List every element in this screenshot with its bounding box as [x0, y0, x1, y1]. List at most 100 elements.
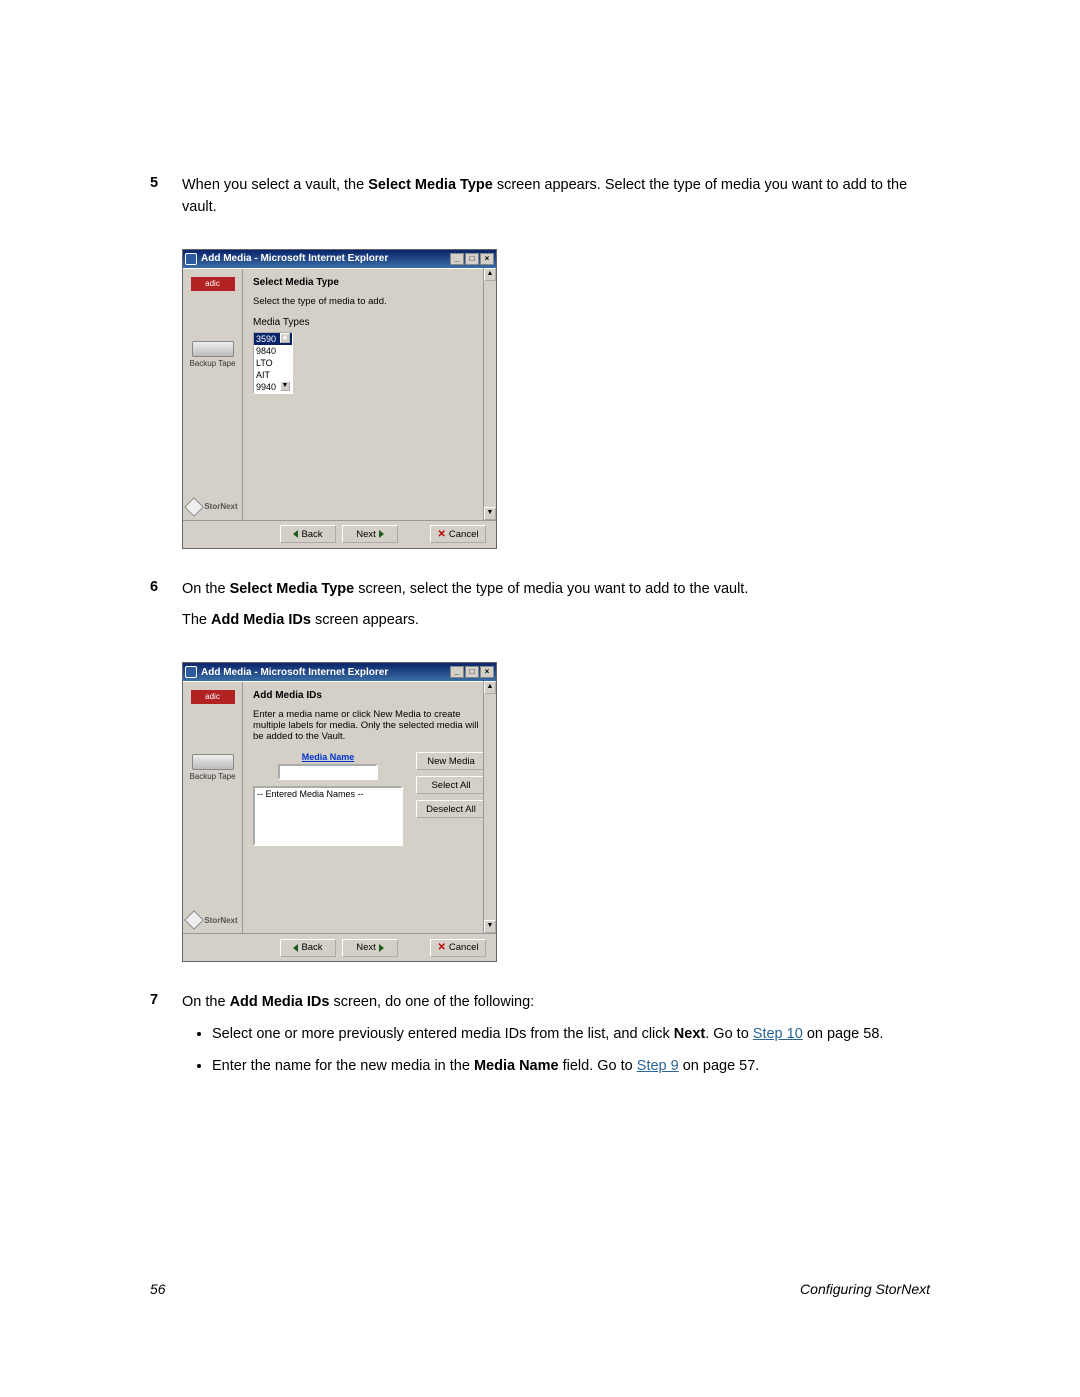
- scrollbar[interactable]: ▲ ▼: [483, 268, 496, 520]
- minimize-button[interactable]: _: [450, 253, 464, 265]
- bold-text: Select Media Type: [230, 581, 355, 597]
- stornext-icon: [184, 497, 204, 517]
- text: On the: [182, 581, 230, 597]
- scrollbar[interactable]: ▲ ▼: [483, 681, 496, 933]
- text: screen, do one of the following:: [329, 994, 534, 1010]
- document-page: 5 When you select a vault, the Select Me…: [0, 0, 1080, 1087]
- figure-add-media-ids: Add Media - Microsoft Internet Explorer …: [182, 662, 497, 962]
- media-types-label: Media Types: [253, 317, 486, 328]
- bold-text: Media Name: [474, 1058, 559, 1074]
- media-types-listbox[interactable]: 3590 ▲ 9840 LTO AIT 9940 ▼: [253, 332, 293, 394]
- scroll-down-icon[interactable]: ▼: [484, 507, 496, 520]
- text: on page 57.: [679, 1058, 760, 1074]
- window-title: Add Media - Microsoft Internet Explorer: [201, 253, 450, 264]
- arrow-left-icon: [293, 944, 298, 952]
- next-button[interactable]: Next: [342, 939, 398, 957]
- back-button[interactable]: Back: [280, 939, 336, 957]
- cancel-button[interactable]: ✕Cancel: [430, 939, 486, 957]
- deselect-all-button[interactable]: Deselect All: [416, 800, 486, 818]
- new-media-button[interactable]: New Media: [416, 752, 486, 770]
- dialog-footer: Back Next ✕Cancel: [183, 933, 496, 961]
- figure-select-media-type: Add Media - Microsoft Internet Explorer …: [182, 249, 497, 549]
- step-body: When you select a vault, the Select Medi…: [182, 175, 930, 229]
- arrow-right-icon: [379, 944, 384, 952]
- scroll-down-icon[interactable]: ▼: [280, 381, 290, 391]
- step-5: 5 When you select a vault, the Select Me…: [150, 175, 930, 229]
- adic-logo: adic: [191, 690, 235, 704]
- bold-text: Select Media Type: [368, 177, 493, 193]
- media-name-label: Media Name: [253, 752, 403, 762]
- window-titlebar: Add Media - Microsoft Internet Explorer …: [183, 250, 496, 268]
- x-icon: ✕: [438, 942, 446, 953]
- list-item[interactable]: 9840: [256, 345, 276, 357]
- bullet-item: Enter the name for the new media in the …: [212, 1056, 930, 1078]
- content-panel: Select Media Type Select the type of med…: [243, 269, 496, 520]
- media-name-input[interactable]: [278, 764, 378, 780]
- content-panel: Add Media IDs Enter a media name or clic…: [243, 682, 496, 933]
- step-link[interactable]: Step 9: [637, 1058, 679, 1074]
- list-placeholder: -- Entered Media Names --: [257, 789, 364, 799]
- bold-text: Add Media IDs: [230, 994, 330, 1010]
- backup-tape-label: Backup Tape: [189, 772, 235, 781]
- stornext-label: StorNext: [204, 502, 237, 511]
- page-number: 56: [150, 1281, 166, 1297]
- bullet-item: Select one or more previously entered me…: [212, 1024, 930, 1046]
- step-number: 7: [150, 992, 182, 1087]
- text: . Go to: [705, 1026, 753, 1042]
- sidebar: adic Backup Tape StorNext: [183, 269, 243, 520]
- scroll-up-icon[interactable]: ▲: [484, 268, 496, 281]
- arrow-left-icon: [293, 530, 298, 538]
- text: On the: [182, 994, 230, 1010]
- list-item[interactable]: LTO: [256, 357, 273, 369]
- footer-title: Configuring StorNext: [800, 1281, 930, 1297]
- panel-description: Enter a media name or click New Media to…: [253, 709, 486, 742]
- ie-icon: [185, 666, 197, 678]
- text: When you select a vault, the: [182, 177, 368, 193]
- ie-icon: [185, 253, 197, 265]
- scroll-down-icon[interactable]: ▼: [484, 920, 496, 933]
- cancel-button[interactable]: ✕Cancel: [430, 525, 486, 543]
- stornext-label: StorNext: [204, 916, 237, 925]
- list-item[interactable]: 3590: [256, 333, 276, 345]
- panel-heading: Add Media IDs: [253, 690, 486, 701]
- minimize-button[interactable]: _: [450, 666, 464, 678]
- step-6: 6 On the Select Media Type screen, selec…: [150, 579, 930, 643]
- stornext-icon: [184, 910, 204, 930]
- back-button[interactable]: Back: [280, 525, 336, 543]
- panel-heading: Select Media Type: [253, 277, 486, 288]
- select-all-button[interactable]: Select All: [416, 776, 486, 794]
- backup-tape-label: Backup Tape: [189, 359, 235, 368]
- step-body: On the Add Media IDs screen, do one of t…: [182, 992, 930, 1087]
- scroll-up-icon[interactable]: ▲: [484, 681, 496, 694]
- bold-text: Next: [674, 1026, 705, 1042]
- close-button[interactable]: ×: [480, 666, 494, 678]
- x-icon: ✕: [438, 529, 446, 540]
- backup-tape-icon: [192, 754, 234, 770]
- next-button[interactable]: Next: [342, 525, 398, 543]
- dialog-footer: Back Next ✕Cancel: [183, 520, 496, 548]
- maximize-button[interactable]: □: [465, 666, 479, 678]
- step-number: 5: [150, 175, 182, 229]
- close-button[interactable]: ×: [480, 253, 494, 265]
- text: screen, select the type of media you wan…: [354, 581, 748, 597]
- step-body: On the Select Media Type screen, select …: [182, 579, 930, 643]
- text: field. Go to: [559, 1058, 637, 1074]
- arrow-right-icon: [379, 530, 384, 538]
- page-footer: 56 Configuring StorNext: [150, 1281, 930, 1297]
- entered-media-listbox[interactable]: -- Entered Media Names --: [253, 786, 403, 846]
- text: on page 58.: [803, 1026, 884, 1042]
- list-item[interactable]: 9940: [256, 381, 276, 393]
- text: screen appears.: [311, 612, 419, 628]
- step-number: 6: [150, 579, 182, 643]
- text: Select one or more previously entered me…: [212, 1026, 674, 1042]
- list-item[interactable]: AIT: [256, 369, 270, 381]
- scroll-up-icon[interactable]: ▲: [280, 333, 290, 343]
- step-link[interactable]: Step 10: [753, 1026, 803, 1042]
- step-7: 7 On the Add Media IDs screen, do one of…: [150, 992, 930, 1087]
- maximize-button[interactable]: □: [465, 253, 479, 265]
- text: Enter the name for the new media in the: [212, 1058, 474, 1074]
- bold-text: Add Media IDs: [211, 612, 311, 628]
- window-titlebar: Add Media - Microsoft Internet Explorer …: [183, 663, 496, 681]
- backup-tape-icon: [192, 341, 234, 357]
- panel-description: Select the type of media to add.: [253, 296, 486, 307]
